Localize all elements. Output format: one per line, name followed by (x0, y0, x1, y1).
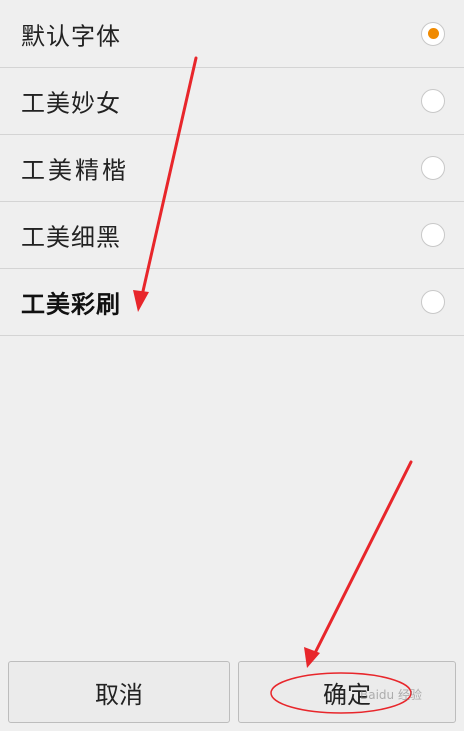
font-option-gongmei-xihei[interactable]: 工美细黑 (0, 202, 464, 269)
font-option-gongmei-miaonv[interactable]: 工美妙女 (0, 68, 464, 135)
arrow-annotation-to-confirm (304, 460, 413, 668)
font-picker-screen: 默认字体 工美妙女 工美精楷 工美细黑 工美彩刷 取消 确定 Baidu 经验 (0, 0, 464, 731)
font-option-label: 工美精楷 (21, 156, 129, 185)
font-option-label: 工美彩刷 (21, 290, 121, 319)
font-option-label: 工美妙女 (21, 89, 121, 118)
radio-unselected-icon[interactable] (421, 89, 445, 113)
radio-unselected-icon[interactable] (421, 156, 445, 180)
font-list: 默认字体 工美妙女 工美精楷 工美细黑 工美彩刷 (0, 0, 464, 336)
font-option-label: 默认字体 (21, 22, 121, 50)
font-option-gongmei-jingkai[interactable]: 工美精楷 (0, 135, 464, 202)
cancel-button[interactable]: 取消 (8, 661, 230, 723)
confirm-button[interactable]: 确定 (238, 661, 456, 723)
radio-unselected-icon[interactable] (421, 223, 445, 247)
font-option-gongmei-caishua[interactable]: 工美彩刷 (0, 269, 464, 336)
radio-selected-icon[interactable] (421, 21, 445, 46)
watermark: Baidu 经验 (360, 688, 422, 702)
font-option-default[interactable]: 默认字体 (0, 0, 464, 68)
font-option-label: 工美细黑 (21, 223, 121, 252)
radio-unselected-icon[interactable] (421, 290, 445, 314)
